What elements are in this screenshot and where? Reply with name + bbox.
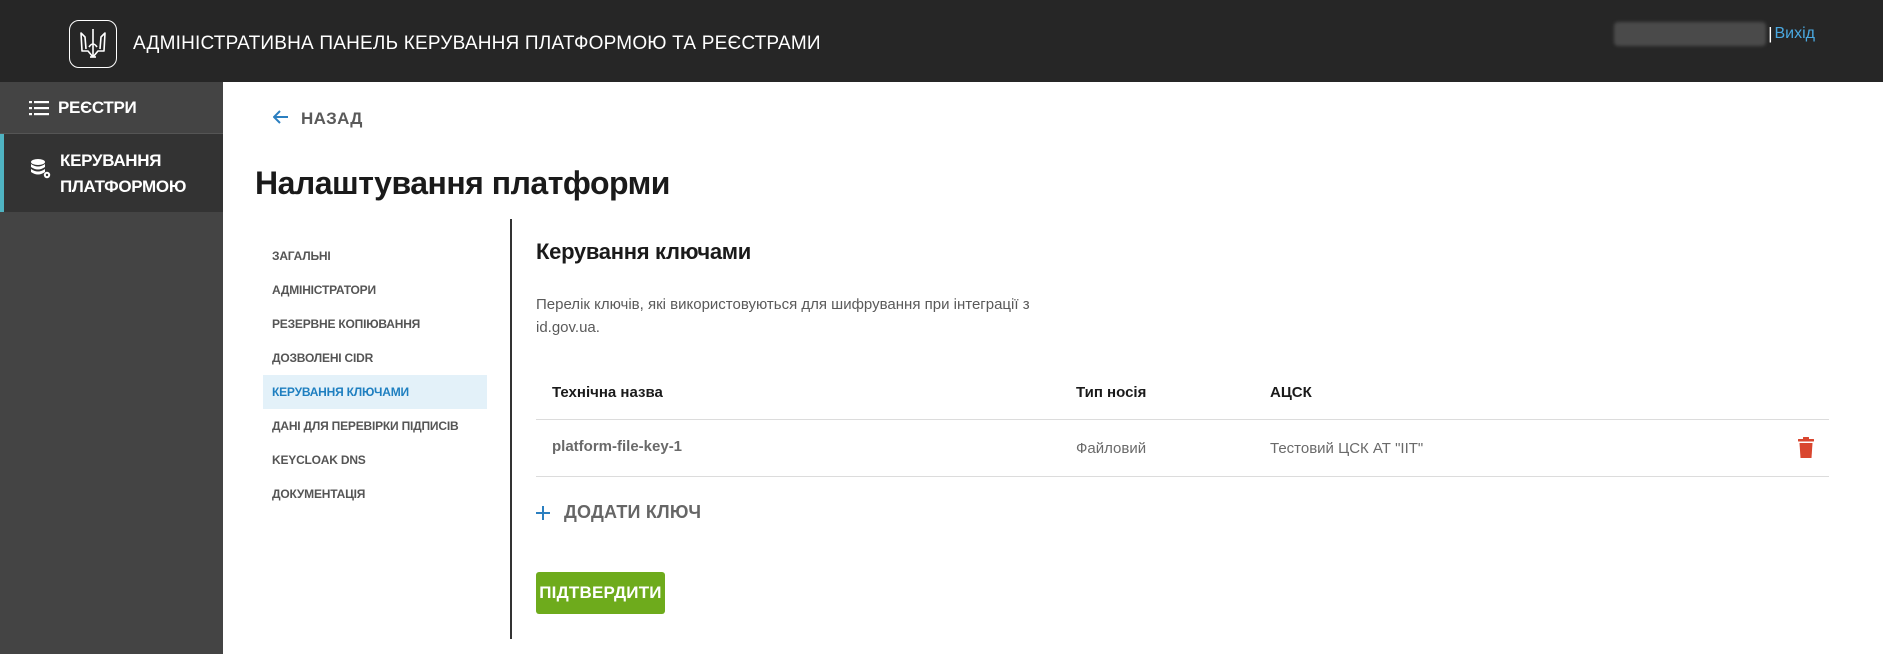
settings-nav: ЗАГАЛЬНІ АДМІНІСТРАТОРИ РЕЗЕРВНЕ КОПІЮВА… (263, 239, 487, 511)
confirm-button[interactable]: ПІДТВЕРДИТИ (536, 572, 665, 614)
table-row: platform-file-key-1 Файловий Тестовий ЦС… (536, 420, 1829, 477)
plus-icon (536, 503, 550, 523)
user-area: | Вихід (1614, 22, 1815, 46)
cell-media-type: Файловий (1076, 440, 1147, 457)
section-title: Керування ключами (536, 239, 751, 264)
settings-nav-signature-data[interactable]: ДАНІ ДЛЯ ПЕРЕВІРКИ ПІДПИСІВ (263, 409, 487, 443)
settings-nav-key-management[interactable]: КЕРУВАННЯ КЛЮЧАМИ (263, 375, 487, 409)
settings-nav-general[interactable]: ЗАГАЛЬНІ (263, 239, 487, 273)
trident-icon[interactable] (69, 20, 117, 68)
section-description: Перелік ключів, які використовуються для… (536, 296, 1030, 336)
settings-nav-backup[interactable]: РЕЗЕРВНЕ КОПІЮВАННЯ (263, 307, 487, 341)
back-label: НАЗАД (301, 108, 363, 128)
keys-table: Технічна назва Тип носія АЦСК platform-f… (536, 374, 1829, 477)
settings-nav-keycloak-dns[interactable]: KEYCLOAK DNS (263, 443, 487, 477)
add-key-button[interactable]: ДОДАТИ КЛЮЧ (536, 502, 701, 523)
app-title: АДМІНІСТРАТИВНА ПАНЕЛЬ КЕРУВАННЯ ПЛАТФОР… (133, 33, 821, 54)
list-icon (28, 100, 50, 116)
settings-nav-documentation[interactable]: ДОКУМЕНТАЦІЯ (263, 477, 487, 511)
user-name-redacted (1614, 22, 1767, 46)
cell-key-name: platform-file-key-1 (552, 438, 683, 455)
table-header-row: Технічна назва Тип носія АЦСК (536, 374, 1829, 420)
cell-acsk: Тестовий ЦСК АТ "ІІТ" (1270, 440, 1424, 457)
sidebar-item-label-line1: КЕРУВАННЯ (60, 151, 162, 170)
page-title: Налаштування платформи (255, 165, 670, 201)
column-header-acsk: АЦСК (1270, 384, 1312, 401)
sidebar-item-platform-management[interactable]: КЕРУВАННЯ ПЛАТФОРМОЮ (0, 134, 223, 212)
user-separator: | (1768, 24, 1773, 43)
settings-nav-allowed-cidr[interactable]: ДОЗВОЛЕНІ CIDR (263, 341, 487, 375)
arrow-left-icon (272, 108, 289, 129)
logout-link[interactable]: Вихід (1775, 25, 1816, 43)
column-header-media-type: Тип носія (1076, 384, 1147, 401)
sidebar-item-label: РЕЄСТРИ (58, 97, 137, 117)
sidebar: РЕЄСТРИ КЕРУВАННЯ ПЛАТФОРМОЮ (0, 82, 223, 654)
back-button[interactable]: НАЗАД (272, 108, 363, 129)
vertical-divider (510, 219, 512, 639)
app-header: АДМІНІСТРАТИВНА ПАНЕЛЬ КЕРУВАННЯ ПЛАТФОР… (0, 0, 1883, 82)
add-key-label: ДОДАТИ КЛЮЧ (564, 502, 702, 522)
sidebar-item-registries[interactable]: РЕЄСТРИ (0, 82, 223, 134)
settings-nav-administrators[interactable]: АДМІНІСТРАТОРИ (263, 273, 487, 307)
column-header-name: Технічна назва (552, 384, 663, 401)
trash-icon[interactable] (1797, 437, 1815, 459)
sidebar-item-label-line2: ПЛАТФОРМОЮ (60, 177, 187, 196)
database-gear-icon (30, 158, 52, 180)
